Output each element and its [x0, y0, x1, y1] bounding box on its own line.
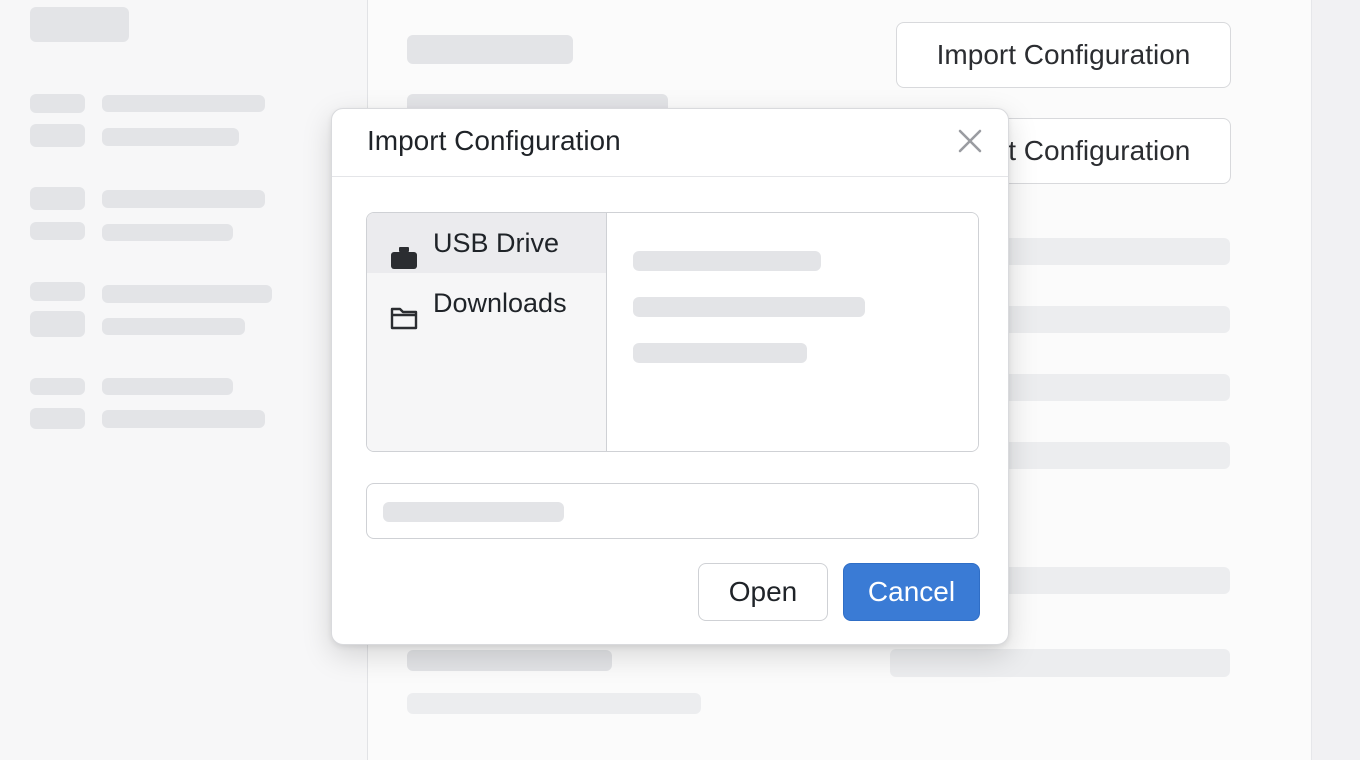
sidebar-placeholder [30, 282, 85, 301]
import-configuration-dialog: Import Configuration USB Drive Downloads… [331, 108, 1009, 645]
sidebar-placeholder [30, 311, 85, 337]
sidebar-placeholder [102, 285, 272, 303]
folder-icon [390, 291, 418, 330]
dialog-title: Import Configuration [367, 125, 621, 156]
usb-drive-icon [390, 231, 418, 269]
sidebar-placeholder [30, 408, 85, 429]
cancel-button[interactable]: Cancel [843, 563, 980, 621]
close-icon [958, 129, 982, 153]
places-sidebar: USB Drive Downloads [367, 213, 607, 451]
import-configuration-button[interactable]: Import Configuration [896, 22, 1231, 88]
sidebar-placeholder [102, 224, 233, 241]
footer-placeholder [407, 650, 612, 671]
sidebar-logo-placeholder [30, 7, 129, 42]
place-label: Downloads [433, 288, 567, 318]
open-button[interactable]: Open [698, 563, 828, 621]
file-item-placeholder[interactable] [633, 343, 807, 363]
sidebar-placeholder [102, 410, 265, 428]
footer-placeholder [407, 693, 701, 714]
page-title-placeholder [407, 35, 573, 64]
app-window: Import Configuration Import Configuratio… [0, 0, 1360, 760]
close-button[interactable] [954, 125, 986, 157]
place-downloads[interactable]: Downloads [367, 273, 606, 333]
filename-placeholder [383, 502, 564, 522]
right-gutter [1311, 0, 1360, 760]
sidebar-placeholder [30, 378, 85, 395]
file-list [607, 213, 978, 451]
file-item-placeholder[interactable] [633, 251, 821, 271]
sidebar-placeholder [102, 378, 233, 395]
sidebar-placeholder [30, 124, 85, 147]
sidebar-placeholder [30, 94, 85, 113]
sidebar-placeholder [30, 187, 85, 210]
filename-input[interactable] [366, 483, 979, 539]
sidebar-placeholder [102, 128, 239, 146]
sidebar-placeholder [102, 318, 245, 335]
sidebar-placeholder [30, 222, 85, 240]
sidebar-placeholder [102, 95, 265, 112]
sidebar-placeholder [102, 190, 265, 208]
footer-placeholder [890, 649, 1230, 677]
file-browser: USB Drive Downloads [366, 212, 979, 452]
place-usb-drive[interactable]: USB Drive [367, 213, 606, 273]
file-item-placeholder[interactable] [633, 297, 865, 317]
dialog-header: Import Configuration [332, 109, 1008, 177]
place-label: USB Drive [433, 228, 560, 258]
sidebar [0, 0, 368, 760]
